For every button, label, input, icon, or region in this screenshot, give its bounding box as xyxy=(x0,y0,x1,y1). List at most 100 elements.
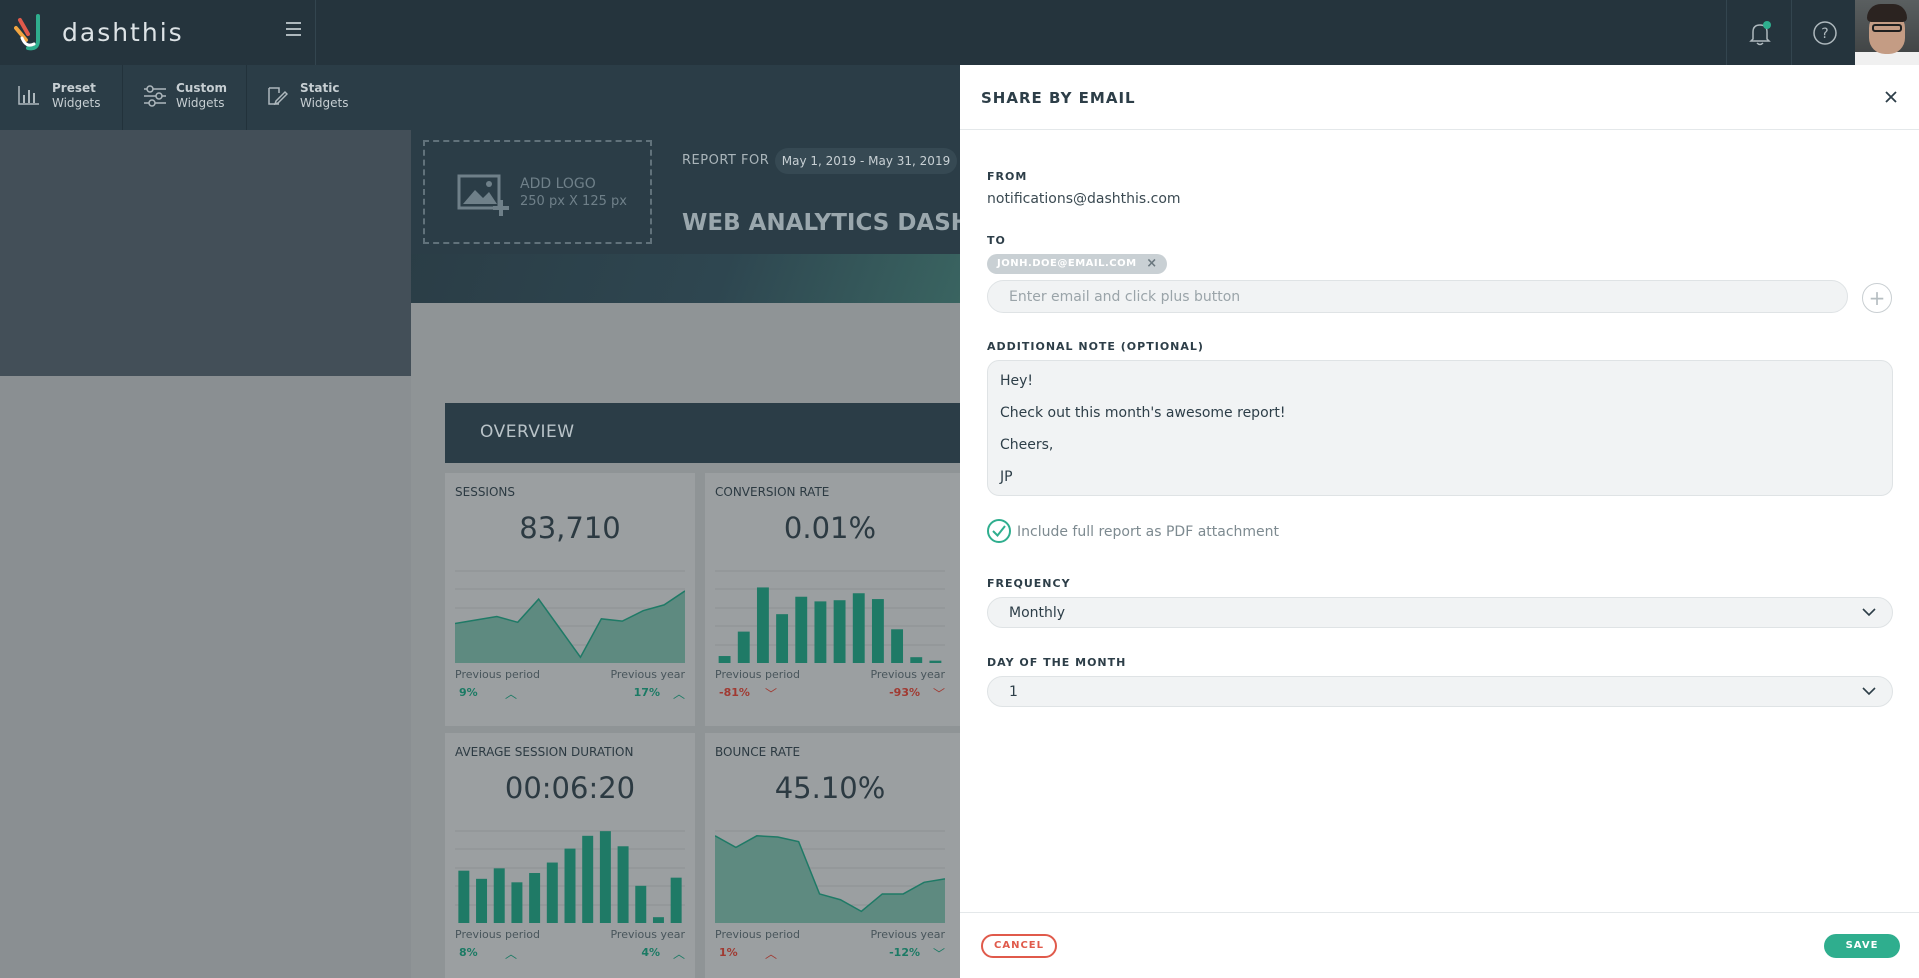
cancel-button[interactable]: CANCEL xyxy=(981,934,1057,958)
day-of-month-value: 1 xyxy=(1009,684,1018,700)
previous-period-value: -81% xyxy=(719,686,750,699)
dialog-footer-divider xyxy=(960,912,1919,913)
section-title: OVERVIEW xyxy=(480,422,575,442)
tab-label: Static xyxy=(300,81,340,95)
widget-title: BOUNCE RATE xyxy=(715,745,801,759)
bar-chart-icon xyxy=(18,86,39,105)
tab-preset-widgets[interactable]: Preset Widgets xyxy=(0,65,123,130)
widget-value: 0.01% xyxy=(783,511,877,545)
chart-bar xyxy=(670,877,682,923)
divider xyxy=(315,0,316,65)
frequency-select[interactable]: Monthly xyxy=(987,597,1893,628)
pdf-attachment-label[interactable]: Include full report as PDF attachment xyxy=(1017,524,1279,540)
arrow-down-icon: ﹀ xyxy=(932,687,945,701)
help-icon: ? xyxy=(1813,21,1837,45)
chart-bar xyxy=(852,593,865,663)
add-logo-dropzone[interactable]: ADD LOGO 250 px X 125 px xyxy=(423,140,652,244)
add-email-button[interactable]: + xyxy=(1862,283,1892,313)
dashthis-logo-icon[interactable] xyxy=(14,14,48,52)
help-button[interactable]: ? xyxy=(1791,0,1856,65)
widget-sessions[interactable]: SESSIONS 83,710 Previous period Previous… xyxy=(445,473,695,726)
widget-value: 45.10% xyxy=(774,771,886,805)
widget-title: CONVERSION RATE xyxy=(715,485,830,499)
arrow-up-icon: ︿ xyxy=(505,947,518,961)
note-textarea[interactable]: Hey! Check out this month's awesome repo… xyxy=(987,360,1893,496)
previous-period-value: 1% xyxy=(719,946,738,959)
previous-year-value: 17% xyxy=(633,686,660,699)
arrow-down-icon: ﹀ xyxy=(932,947,945,961)
overview-section-header: OVERVIEW xyxy=(445,403,1011,463)
chevron-down-icon xyxy=(1862,608,1876,617)
tab-sublabel: Widgets xyxy=(300,96,349,110)
widget-value: 83,710 xyxy=(519,511,621,545)
plus-icon: + xyxy=(1868,286,1886,310)
close-icon[interactable] xyxy=(1882,88,1900,106)
day-of-month-select[interactable]: 1 xyxy=(987,676,1893,707)
recipient-email: JONH.DOE@EMAIL.COM xyxy=(997,258,1137,269)
chart-bar xyxy=(891,629,904,663)
report-title[interactable]: WEB ANALYTICS DASHB xyxy=(682,210,992,236)
previous-period-value: 8% xyxy=(459,946,478,959)
save-button[interactable]: SAVE xyxy=(1824,934,1900,958)
chart-bar xyxy=(814,601,827,663)
previous-year-label: Previous year xyxy=(610,668,685,681)
chart-bar xyxy=(718,656,731,663)
dialog-header: SHARE BY EMAIL xyxy=(960,65,1919,130)
chart-bar xyxy=(458,870,470,923)
tab-label: Custom xyxy=(176,81,227,95)
logo-size-hint: 250 px X 125 px xyxy=(520,194,627,209)
previous-period-label: Previous period xyxy=(715,668,801,681)
chart-bar xyxy=(776,614,789,663)
widget-chart xyxy=(715,570,945,663)
email-input[interactable] xyxy=(987,280,1848,313)
arrow-up-icon: ︿ xyxy=(672,687,685,701)
to-label: TO xyxy=(987,234,1006,247)
arrow-up-icon: ︿ xyxy=(765,947,778,961)
widget-chart xyxy=(455,570,685,663)
chart-bar xyxy=(833,600,846,663)
widget-title: SESSIONS xyxy=(455,485,516,499)
previous-year-label: Previous year xyxy=(870,668,945,681)
arrow-up-icon: ︿ xyxy=(672,947,685,961)
chart-bar xyxy=(871,599,884,663)
chart-bar xyxy=(737,631,750,663)
note-line: Hey! xyxy=(1000,373,1034,389)
tab-static-widgets[interactable]: Static Widgets xyxy=(247,65,371,130)
svg-text:?: ? xyxy=(1821,26,1828,42)
remove-recipient-icon[interactable]: × xyxy=(1146,254,1157,274)
pdf-attachment-checkbox[interactable] xyxy=(987,519,1011,543)
widget-title: AVERAGE SESSION DURATION xyxy=(455,745,634,759)
arrow-down-icon: ﹀ xyxy=(765,687,778,701)
previous-year-label: Previous year xyxy=(870,928,945,941)
chart-bar xyxy=(582,835,594,923)
recipient-tag[interactable]: JONH.DOE@EMAIL.COM × xyxy=(987,254,1167,274)
chart-bar xyxy=(635,885,647,923)
widget-average-session-duration[interactable]: AVERAGE SESSION DURATION 00:06:20 Previo… xyxy=(445,733,695,978)
previous-period-label: Previous period xyxy=(715,928,801,941)
chart-bar xyxy=(493,868,505,923)
chart-bar xyxy=(529,873,541,923)
notifications-button[interactable] xyxy=(1726,0,1791,65)
tab-custom-widgets[interactable]: Custom Widgets xyxy=(123,65,247,130)
user-avatar[interactable] xyxy=(1855,0,1919,65)
brand-name: dashthis xyxy=(62,18,184,47)
widget-chart xyxy=(715,830,945,923)
previous-period-label: Previous period xyxy=(455,928,541,941)
chart-bar xyxy=(652,917,664,923)
dialog-title: SHARE BY EMAIL xyxy=(981,89,1136,107)
chart-bar xyxy=(511,882,523,923)
previous-period-value: 9% xyxy=(459,686,478,699)
edit-icon xyxy=(268,87,288,106)
top-bar: dashthis ? xyxy=(0,0,1919,65)
chart-bar xyxy=(910,657,923,663)
arrow-up-icon: ︿ xyxy=(505,687,518,701)
tab-sublabel: Widgets xyxy=(176,96,225,110)
previous-period-label: Previous period xyxy=(455,668,541,681)
chart-bar xyxy=(476,878,488,923)
previous-year-value: -12% xyxy=(889,946,920,959)
menu-icon[interactable] xyxy=(286,22,301,42)
chart-bar xyxy=(795,596,808,663)
checkmark-icon xyxy=(992,525,1006,538)
date-range-picker[interactable]: May 1, 2019 - May 31, 2019 xyxy=(775,148,957,174)
chart-bar xyxy=(617,846,629,923)
